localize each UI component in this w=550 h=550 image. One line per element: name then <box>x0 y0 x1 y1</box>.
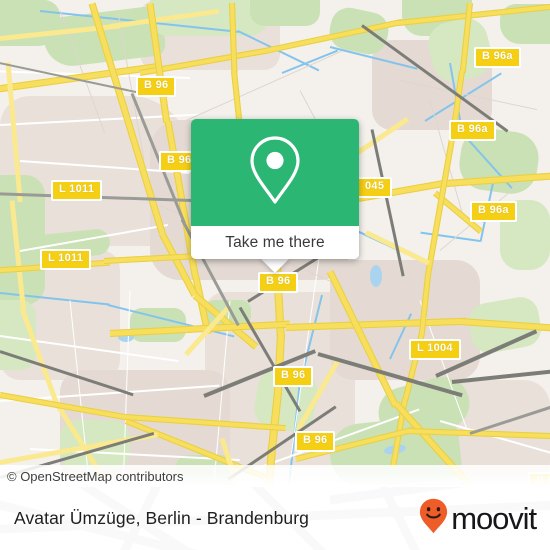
moovit-wordmark: moovit <box>451 501 537 536</box>
callout-card-footer[interactable]: Take me there <box>191 226 359 259</box>
osm-attribution-text: © OpenStreetMap contributors <box>7 468 184 484</box>
road-shield: L 1011 <box>51 180 103 201</box>
osm-attribution[interactable]: © OpenStreetMap contributors <box>0 465 550 487</box>
page-footer: Avatar Ümzüge, Berlin - Brandenburg moov… <box>0 487 550 550</box>
road-shield: B 96a <box>449 120 496 141</box>
place-title: Avatar Ümzüge, Berlin - Brandenburg <box>14 508 309 528</box>
road-shield: L 1004 <box>409 339 461 360</box>
road-shield: 045 <box>357 177 393 198</box>
destination-callout-card[interactable]: Take me there <box>191 119 359 259</box>
road-shield: B 96a <box>474 47 521 68</box>
road-shield: B 96 <box>295 431 336 452</box>
callout-card-header <box>191 119 359 226</box>
moovit-smiley-pin-icon <box>419 498 448 539</box>
road-shield: B 96 <box>273 366 314 387</box>
callout-tail <box>259 257 291 273</box>
map-screenshot: B 96 B 96a B 96a B 96 B 96a L 1011 L 1011 045 B … <box>0 0 550 550</box>
road-shield: B 96 <box>258 272 299 293</box>
road-shield: B 96a <box>470 201 517 222</box>
road-shield: L 1011 <box>40 249 92 270</box>
road-shield: B 96 <box>136 76 177 97</box>
map-pin-icon <box>246 134 304 211</box>
take-me-there-label: Take me there <box>225 233 325 251</box>
moovit-brand[interactable]: moovit <box>419 498 537 539</box>
